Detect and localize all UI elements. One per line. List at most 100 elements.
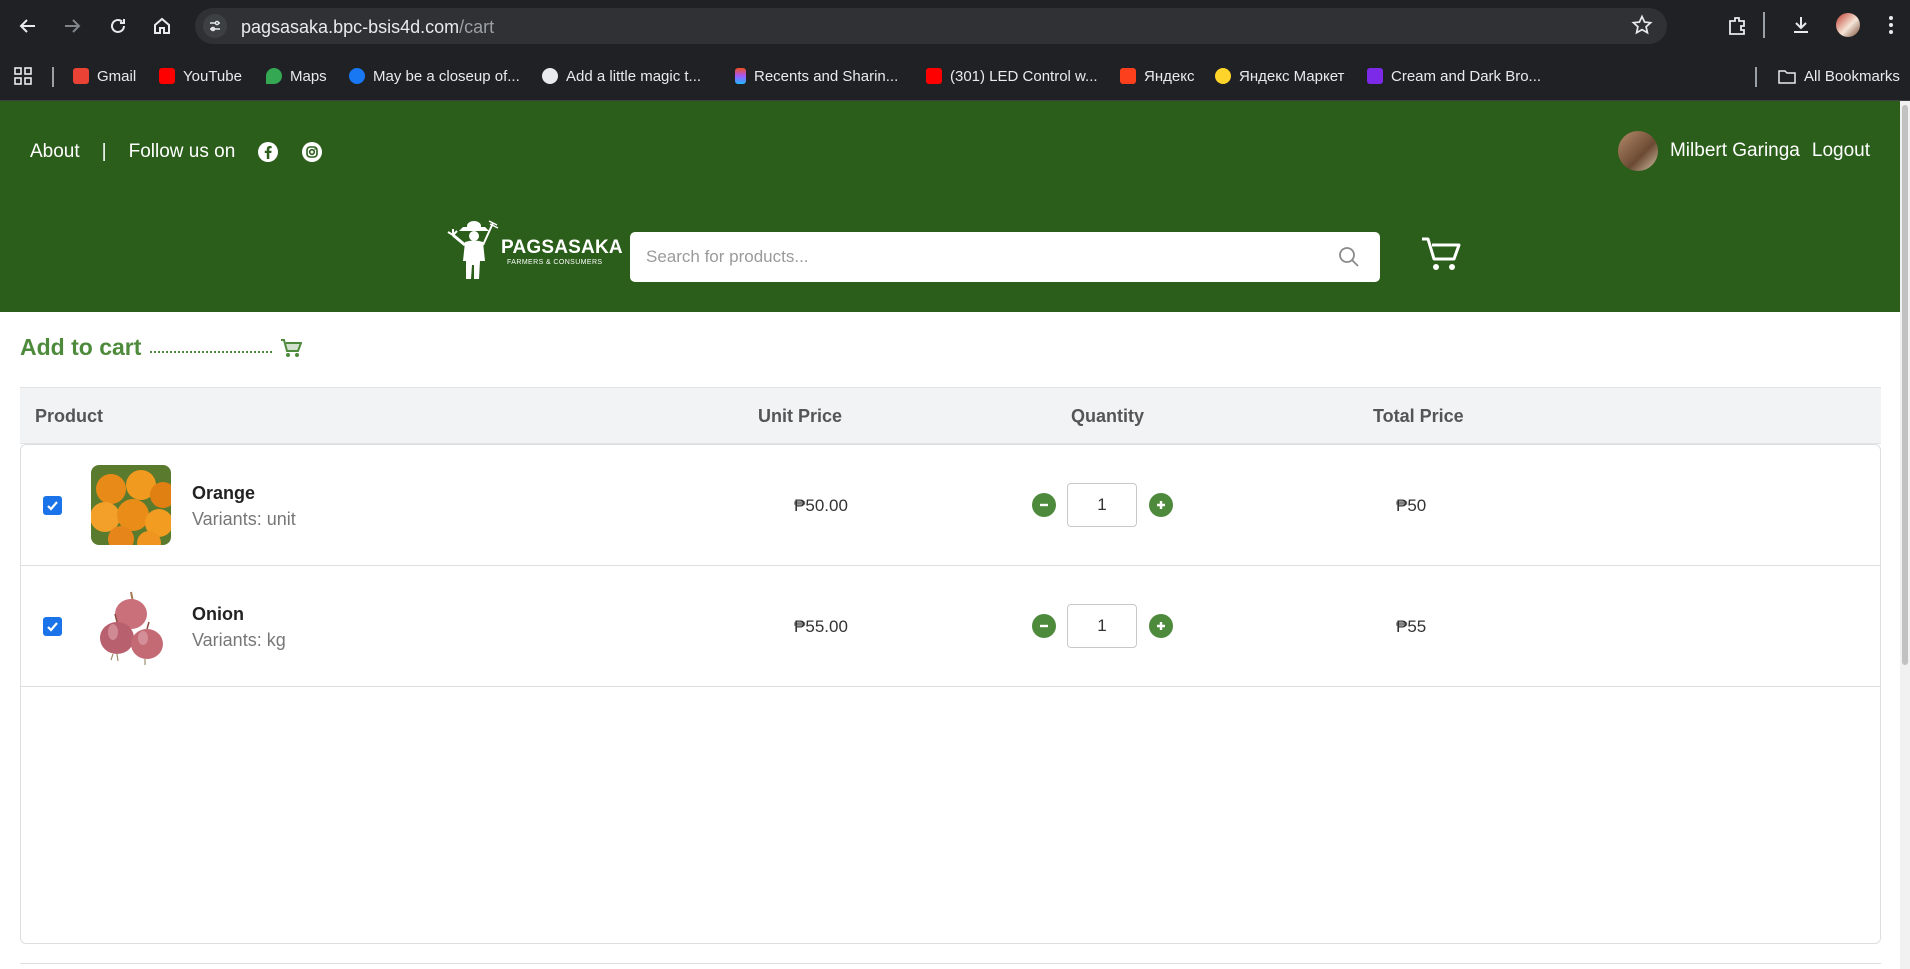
- site-info-icon[interactable]: [203, 14, 227, 38]
- site-logo[interactable]: PAGSASAKA FARMERS & CONSUMERS: [445, 215, 623, 281]
- about-link[interactable]: About: [30, 141, 80, 163]
- product-image-orange[interactable]: [91, 465, 171, 545]
- toolbar-divider: [1763, 12, 1765, 38]
- decrease-quantity-button[interactable]: [1032, 493, 1056, 517]
- quantity-input[interactable]: [1067, 604, 1137, 648]
- folder-icon: [1778, 69, 1796, 84]
- select-checkbox[interactable]: [43, 496, 62, 515]
- bookmark-yandex-market[interactable]: Яндекс Маркет: [1215, 66, 1344, 86]
- increase-quantity-button[interactable]: [1149, 493, 1173, 517]
- column-product: Product: [35, 406, 104, 426]
- menu-icon[interactable]: [1888, 14, 1894, 41]
- extensions-icon[interactable]: [1726, 14, 1748, 41]
- download-icon[interactable]: [1790, 14, 1812, 41]
- bookmarks-divider: [52, 67, 54, 87]
- decrease-quantity-button[interactable]: [1032, 614, 1056, 638]
- bookmarks-divider: [1755, 67, 1757, 87]
- bookmark-figma-recents[interactable]: Recents and Sharin...: [735, 66, 898, 86]
- all-bookmarks-folder[interactable]: All Bookmarks: [1778, 66, 1900, 86]
- url-host: pagsasaka.bpc-bsis4d.com: [241, 17, 460, 37]
- bookmark-label: (301) LED Control w...: [950, 67, 1098, 85]
- bookmark-add-magic[interactable]: Add a little magic t...: [542, 66, 701, 86]
- bookmark-yandex[interactable]: Яндекс: [1120, 66, 1194, 86]
- all-bookmarks-label: All Bookmarks: [1804, 67, 1900, 85]
- search-icon[interactable]: [1338, 246, 1360, 273]
- maps-icon: [266, 68, 282, 84]
- bookmark-led-control[interactable]: (301) LED Control w...: [926, 66, 1098, 86]
- bookmark-label: Maps: [290, 67, 327, 85]
- youtube-icon: [926, 68, 942, 84]
- link-separator: |: [101, 141, 107, 162]
- cart-title-label: Add to cart: [20, 334, 142, 360]
- column-quantity: Quantity: [1071, 406, 1145, 426]
- follow-us-label: Follow us on: [128, 141, 236, 162]
- bookmark-label: May be a closeup of...: [373, 67, 520, 85]
- facebook-icon: [349, 68, 365, 84]
- figma-icon: [735, 68, 746, 84]
- divider: [20, 963, 1881, 964]
- forward-icon[interactable]: [58, 12, 86, 40]
- product-name[interactable]: Orange: [192, 483, 255, 504]
- instagram-icon[interactable]: [301, 141, 323, 163]
- avatar[interactable]: [1617, 131, 1658, 171]
- bookmark-label: Gmail: [97, 67, 137, 85]
- bookmark-canva[interactable]: Cream and Dark Bro...: [1367, 66, 1541, 86]
- browser-toolbar: pagsasaka.bpc-bsis4d.com/cart: [0, 0, 1910, 51]
- logo-brand: PAGSASAKA: [501, 237, 623, 258]
- product-name[interactable]: Onion: [192, 604, 244, 625]
- logo-tagline: FARMERS & CONSUMERS: [507, 259, 603, 266]
- address-bar[interactable]: pagsasaka.bpc-bsis4d.com/cart: [195, 8, 1667, 44]
- farmer-icon: [447, 220, 499, 279]
- cart-small-icon: [281, 338, 303, 357]
- title-dotted-line: [150, 350, 273, 353]
- bookmarks-bar: Gmail YouTube Maps May be a closeup of..…: [0, 51, 1910, 101]
- back-icon[interactable]: [14, 12, 42, 40]
- youtube-icon: [159, 68, 175, 84]
- profile-avatar-icon[interactable]: [1836, 13, 1860, 37]
- product-image-onion[interactable]: [91, 586, 171, 666]
- facebook-icon[interactable]: [257, 141, 279, 163]
- apps-grid-icon[interactable]: [14, 66, 32, 86]
- table-row: Orange Variants: unit ₱50.00 ₱50: [21, 445, 1880, 566]
- site-header: About | Follow us on Milbert Garinga Log…: [0, 101, 1900, 312]
- bookmark-label: Яндекс: [1144, 67, 1195, 85]
- cart-title: Add to cart: [20, 334, 303, 361]
- column-unit-price: Unit Price: [758, 406, 843, 426]
- column-total-price: Total Price: [1373, 406, 1464, 426]
- table-header: Product Unit Price Quantity Total Price: [20, 387, 1881, 444]
- search-box: [630, 232, 1380, 282]
- unit-price: ₱55.00: [794, 617, 848, 636]
- page: About | Follow us on Milbert Garinga Log…: [0, 101, 1900, 969]
- total-price: ₱55: [1396, 617, 1427, 636]
- total-price: ₱50: [1396, 496, 1427, 515]
- yandex-icon: [1120, 68, 1136, 84]
- user-area: Milbert Garinga Logout: [1617, 131, 1870, 171]
- bookmark-gmail[interactable]: Gmail: [73, 66, 136, 86]
- product-variant: Variants: kg: [192, 630, 286, 650]
- url-path: /cart: [459, 17, 495, 37]
- bookmark-youtube[interactable]: YouTube: [159, 66, 242, 86]
- yandex-market-icon: [1215, 68, 1231, 84]
- unit-price: ₱50.00: [794, 496, 848, 515]
- table-row: Onion Variants: kg ₱55.00 ₱55: [21, 566, 1880, 687]
- scrollbar-thumb[interactable]: [1902, 105, 1908, 665]
- bookmark-star-icon[interactable]: [1631, 14, 1653, 41]
- gmail-icon: [73, 68, 89, 84]
- home-icon[interactable]: [148, 12, 176, 40]
- cart-icon[interactable]: [1420, 235, 1462, 278]
- bookmark-label: Add a little magic t...: [566, 67, 702, 85]
- reload-icon[interactable]: [104, 12, 132, 40]
- bookmark-label: Recents and Sharin...: [754, 67, 899, 85]
- bookmark-label: Яндекс Маркет: [1239, 67, 1345, 85]
- quantity-input[interactable]: [1067, 483, 1137, 527]
- cart-table-body: Orange Variants: unit ₱50.00 ₱50: [20, 444, 1881, 944]
- bookmark-maps[interactable]: Maps: [266, 66, 327, 86]
- url-text: pagsasaka.bpc-bsis4d.com/cart: [241, 17, 494, 38]
- page-scrollbar[interactable]: [1900, 101, 1910, 969]
- search-input[interactable]: [630, 232, 1320, 282]
- bookmark-facebook-photo[interactable]: May be a closeup of...: [349, 66, 520, 86]
- logout-link[interactable]: Logout: [1812, 140, 1870, 162]
- user-name[interactable]: Milbert Garinga: [1670, 140, 1800, 162]
- select-checkbox[interactable]: [43, 617, 62, 636]
- increase-quantity-button[interactable]: [1149, 614, 1173, 638]
